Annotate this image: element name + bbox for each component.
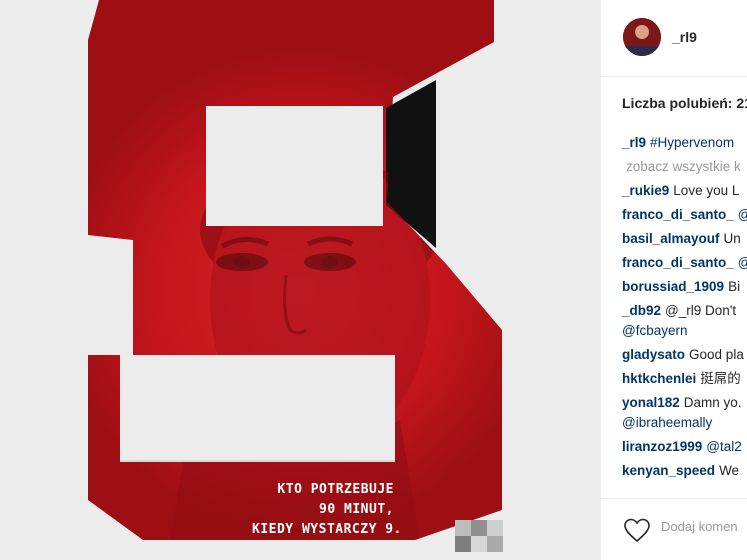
number-nine-shape: [88, 0, 502, 540]
post-footer: Dodaj komen: [601, 498, 747, 560]
comment-username[interactable]: _db92: [622, 303, 661, 318]
comment-text: 挺屌的: [700, 371, 741, 386]
comment-text: Damn yo.: [683, 395, 742, 410]
comment-item: _rukie9 Love you L: [622, 181, 747, 201]
comment-text: @: [738, 207, 747, 222]
poster-caption-line-1: KTO POTRZEBUJE: [277, 482, 394, 497]
add-comment-input[interactable]: Dodaj komen: [661, 519, 738, 534]
post-header: _rl9: [601, 0, 747, 77]
comment-mention[interactable]: @fcbayern: [622, 323, 687, 338]
comment-item: yonal182 Damn yo. @ibraheemally: [622, 393, 747, 433]
comment-item: gladysato Good pla: [622, 345, 747, 365]
post-username[interactable]: _rl9: [672, 29, 697, 45]
comment-item: franco_di_santo_ @: [622, 253, 747, 273]
comment-text: @tal2: [706, 439, 742, 454]
post-side-panel: _rl9 Liczba polubień: 21 _rl9 #Hypervenom…: [600, 0, 747, 560]
comment-username[interactable]: yonal182: [622, 395, 680, 410]
comment-item: borussiad_1909 Bi: [622, 277, 747, 297]
poster-caption-line-2: 90 MINUT,: [319, 502, 394, 517]
poster-artwork: [0, 0, 600, 560]
comment-mention[interactable]: @ibraheemally: [622, 415, 712, 430]
likes-count[interactable]: Liczba polubień: 21: [622, 95, 747, 111]
comment-username[interactable]: basil_almayouf: [622, 231, 720, 246]
comment-item: _db92 @_rl9 Don't @fcbayern: [622, 301, 747, 341]
comment-item: franco_di_santo_ @: [622, 205, 747, 225]
comment-text: We: [719, 463, 740, 478]
poster-caption-line-3: KIEDY WYSTARCZY 9.: [252, 522, 402, 537]
comments-list: _rl9 #Hypervenom zobacz wszystkie k _ruki…: [622, 133, 747, 485]
post-image[interactable]: KTO POTRZEBUJE 90 MINUT, KIEDY WYSTARCZY…: [0, 0, 600, 560]
comment-item: kenyan_speed We: [622, 461, 747, 481]
comment-text: Love you L: [673, 183, 740, 198]
caption-hashtag[interactable]: #Hypervenom: [650, 135, 734, 150]
comment-text: Un: [723, 231, 741, 246]
comment-item: basil_almayouf Un: [622, 229, 747, 249]
view-all-comments-link[interactable]: zobacz wszystkie k: [626, 157, 747, 177]
avatar[interactable]: [623, 18, 661, 56]
comment-text: Good pla: [689, 347, 744, 362]
comment-username[interactable]: gladysato: [622, 347, 685, 362]
comment-username[interactable]: kenyan_speed: [622, 463, 715, 478]
blurred-logo: [455, 520, 503, 552]
comment-text: Bi: [728, 279, 741, 294]
heart-icon[interactable]: [623, 517, 651, 543]
comment-item: liranzoz1999 @tal2: [622, 437, 747, 457]
comment-text: @_rl9 Don't: [665, 303, 737, 318]
caption-username[interactable]: _rl9: [622, 135, 646, 150]
comment-username[interactable]: hktkchenlei: [622, 371, 696, 386]
poster-caption: KTO POTRZEBUJE 90 MINUT, KIEDY WYSTARCZY…: [252, 480, 402, 540]
comment-username[interactable]: franco_di_santo_: [622, 255, 734, 270]
avatar-icon: [623, 18, 661, 56]
comment-text: @: [738, 255, 747, 270]
comment-username[interactable]: franco_di_santo_: [622, 207, 734, 222]
comment-item: hktkchenlei 挺屌的: [622, 369, 747, 389]
comment-username[interactable]: borussiad_1909: [622, 279, 724, 294]
comment-username[interactable]: _rukie9: [622, 183, 669, 198]
post-caption: _rl9 #Hypervenom: [622, 133, 747, 153]
comment-username[interactable]: liranzoz1999: [622, 439, 702, 454]
